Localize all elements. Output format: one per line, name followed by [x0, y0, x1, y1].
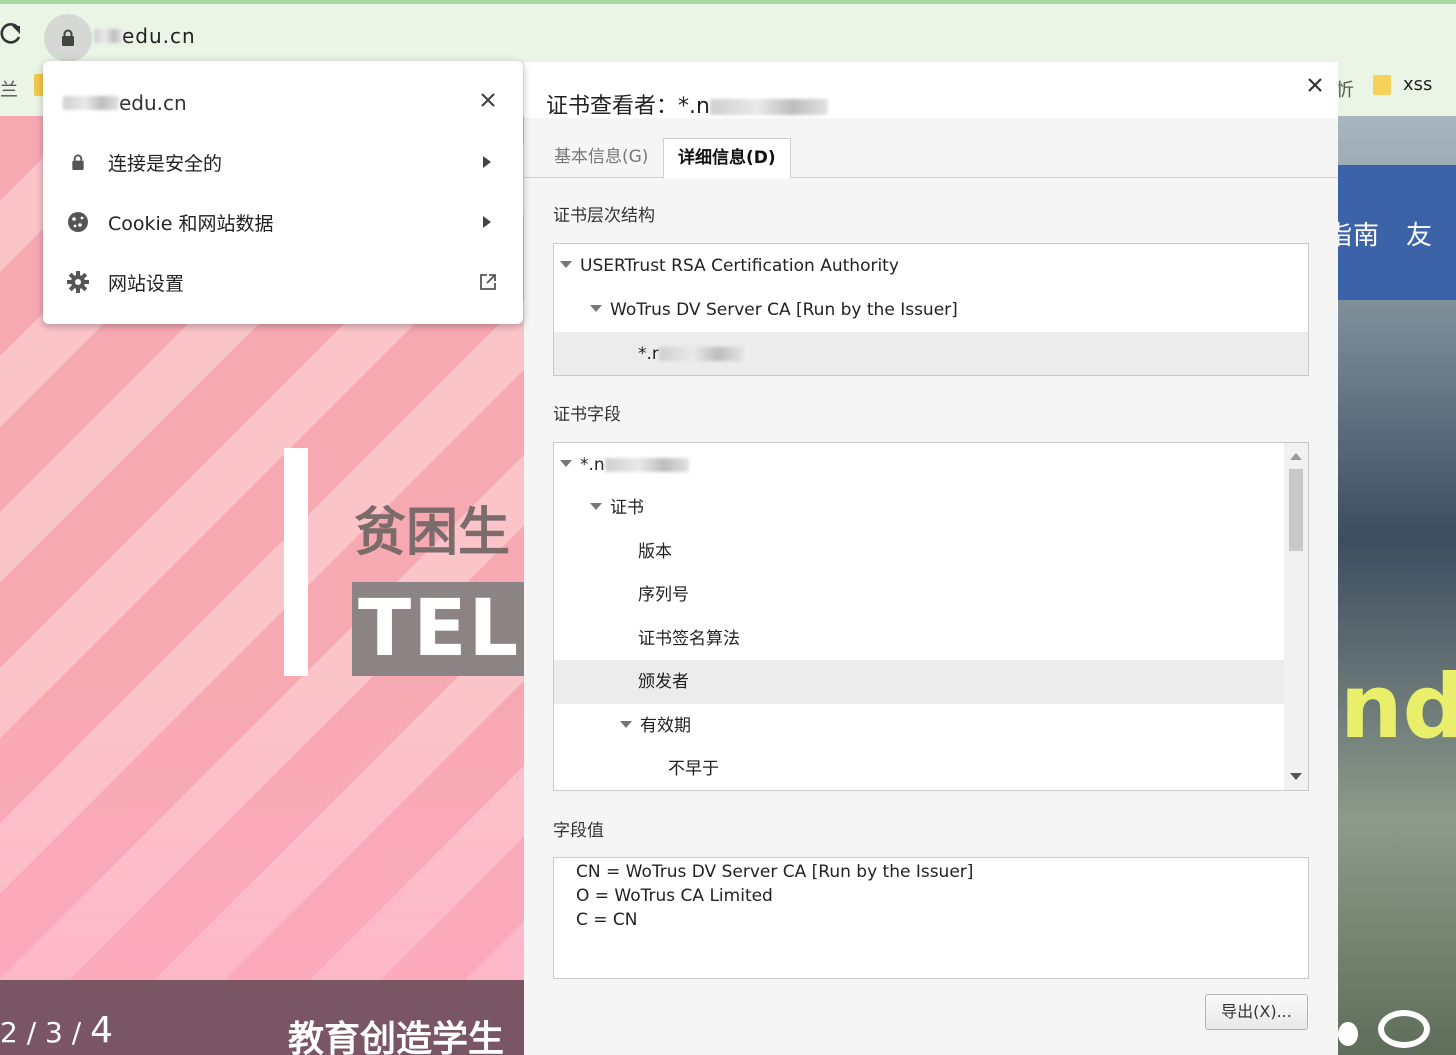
reload-icon[interactable] [0, 22, 22, 52]
field-row[interactable]: 证书签名算法 [554, 617, 1284, 661]
field-label: 不早于 [668, 759, 719, 779]
hero-accent-bar [284, 448, 308, 676]
expand-triangle-icon[interactable] [560, 260, 572, 268]
tab-details[interactable]: 详细信息(D) [663, 138, 791, 179]
field-value-line: CN = WoTrus DV Server CA [Run by the Iss… [576, 862, 974, 882]
field-row[interactable]: 颁发者 [554, 660, 1284, 704]
expand-triangle-icon[interactable] [560, 459, 572, 467]
field-row[interactable]: 证书 [554, 486, 1284, 530]
bookmark-partial-right[interactable]: 忻 [1336, 76, 1354, 102]
gear-icon [67, 271, 89, 293]
redacted-text [604, 458, 689, 472]
tree-item-label: USERTrust RSA Certification Authority [580, 256, 899, 276]
social-icon[interactable] [1338, 1022, 1358, 1046]
item-label: 网站设置 [108, 272, 185, 295]
close-popup-button[interactable] [477, 89, 499, 111]
field-row[interactable]: 序列号 [554, 573, 1284, 617]
connection-secure-item[interactable]: 连接是安全的 [43, 133, 523, 191]
domain-text: edu.cn [119, 91, 187, 115]
photo-overlay-text: ndi [1340, 655, 1456, 758]
hierarchy-tree[interactable]: USERTrust RSA Certification Authority Wo… [553, 243, 1309, 376]
field-label: 版本 [638, 542, 672, 562]
lock-icon [67, 151, 89, 173]
pager-current: 4 [90, 1010, 114, 1051]
field-value-line: C = CN [576, 910, 638, 930]
site-info-button[interactable] [44, 14, 92, 62]
tree-item-root[interactable]: USERTrust RSA Certification Authority [554, 244, 1308, 288]
popup-domain: edu.cn [63, 91, 187, 115]
tree-item-leaf[interactable]: *.r [554, 332, 1308, 375]
hero-title: 贫困生 [354, 503, 511, 563]
site-settings-item[interactable]: 网站设置 [43, 253, 523, 311]
chevron-right-icon [483, 156, 491, 168]
lock-icon [62, 29, 74, 46]
bookmark-label: xss [1403, 74, 1433, 95]
dialog-title: 证书查看者：*.n [546, 88, 828, 120]
nav-item[interactable]: 友 [1406, 221, 1433, 251]
field-row[interactable]: 不早于 [554, 747, 1284, 790]
fields-label: 证书字段 [553, 405, 621, 425]
item-label: 连接是安全的 [108, 152, 223, 175]
tree-item-label: *.r [638, 344, 659, 364]
hero-phone-box: TEL [352, 582, 524, 676]
close-icon [1308, 78, 1322, 92]
hierarchy-label: 证书层次结构 [553, 206, 655, 226]
scroll-thumb[interactable] [1289, 469, 1303, 551]
field-row[interactable]: 有效期 [554, 704, 1284, 748]
expand-triangle-icon[interactable] [590, 304, 602, 312]
field-value-label: 字段值 [553, 821, 604, 841]
hero-slogan: 教育创造学生 [288, 1019, 505, 1055]
site-nav: 指南友 [1326, 215, 1433, 252]
field-label: 证书 [610, 498, 644, 518]
redacted-text [658, 347, 743, 361]
pager-prefix: 2 / 3 / [0, 1016, 91, 1049]
redacted-text [709, 99, 828, 115]
external-link-icon [479, 273, 497, 295]
bookmark-partial-left[interactable]: 兰 [0, 76, 18, 102]
field-value-line: O = WoTrus CA Limited [576, 886, 773, 906]
tree-item-intermediate[interactable]: WoTrus DV Server CA [Run by the Issuer] [554, 288, 1308, 332]
field-value-box[interactable]: CN = WoTrus DV Server CA [Run by the Iss… [553, 857, 1309, 979]
redacted-text [63, 96, 119, 110]
title-text: 证书查看者：*.n [546, 94, 710, 119]
site-info-popup: edu.cn 连接是安全的 Cookie 和网站数据 网站设置 [43, 61, 523, 324]
hero-box-text: TEL [358, 584, 521, 674]
slide-pager[interactable]: 2 / 3 / 4 [0, 1010, 113, 1051]
field-row[interactable]: 版本 [554, 530, 1284, 574]
field-label: *.n [580, 455, 605, 475]
url-text: edu.cn [122, 24, 196, 48]
field-row[interactable]: *.n [554, 443, 1284, 487]
cookie-data-item[interactable]: Cookie 和网站数据 [43, 193, 523, 251]
dialog-tabs: 基本信息(G) 详细信息(D) [524, 138, 1338, 179]
scroll-up-icon[interactable] [1290, 453, 1302, 460]
folder-icon [1373, 74, 1391, 95]
field-label: 有效期 [640, 716, 691, 736]
bookmark-folder-xss[interactable]: xss [1373, 74, 1432, 95]
field-label: 证书签名算法 [638, 629, 740, 649]
close-icon [481, 93, 495, 107]
scroll-down-icon[interactable] [1290, 773, 1302, 780]
expand-triangle-icon[interactable] [590, 502, 602, 510]
dialog-header: 证书查看者：*.n [524, 62, 1338, 120]
tree-item-label: WoTrus DV Server CA [Run by the Issuer] [610, 300, 958, 320]
fields-scrollbar[interactable] [1284, 443, 1308, 790]
tab-basic-info[interactable]: 基本信息(G) [540, 138, 662, 178]
fields-tree[interactable]: *.n 证书 版本 序列号 证书签名算法 颁发者 有效期 不早于 [553, 442, 1309, 791]
weibo-icon[interactable] [1378, 1010, 1430, 1048]
cookie-icon [67, 211, 89, 233]
item-label: Cookie 和网站数据 [108, 212, 274, 235]
browser-toolbar: edu.cn [0, 4, 1456, 62]
field-label: 颁发者 [638, 672, 689, 692]
certificate-viewer-dialog: 证书查看者：*.n 基本信息(G) 详细信息(D) 证书层次结构 USERTru… [524, 62, 1338, 1055]
chevron-right-icon [483, 216, 491, 228]
close-dialog-button[interactable] [1300, 70, 1330, 100]
redacted-text [94, 29, 122, 43]
expand-triangle-icon[interactable] [620, 720, 632, 728]
export-button[interactable]: 导出(X)... [1205, 994, 1308, 1030]
address-bar-url[interactable]: edu.cn [94, 24, 196, 48]
field-label: 序列号 [638, 585, 689, 605]
